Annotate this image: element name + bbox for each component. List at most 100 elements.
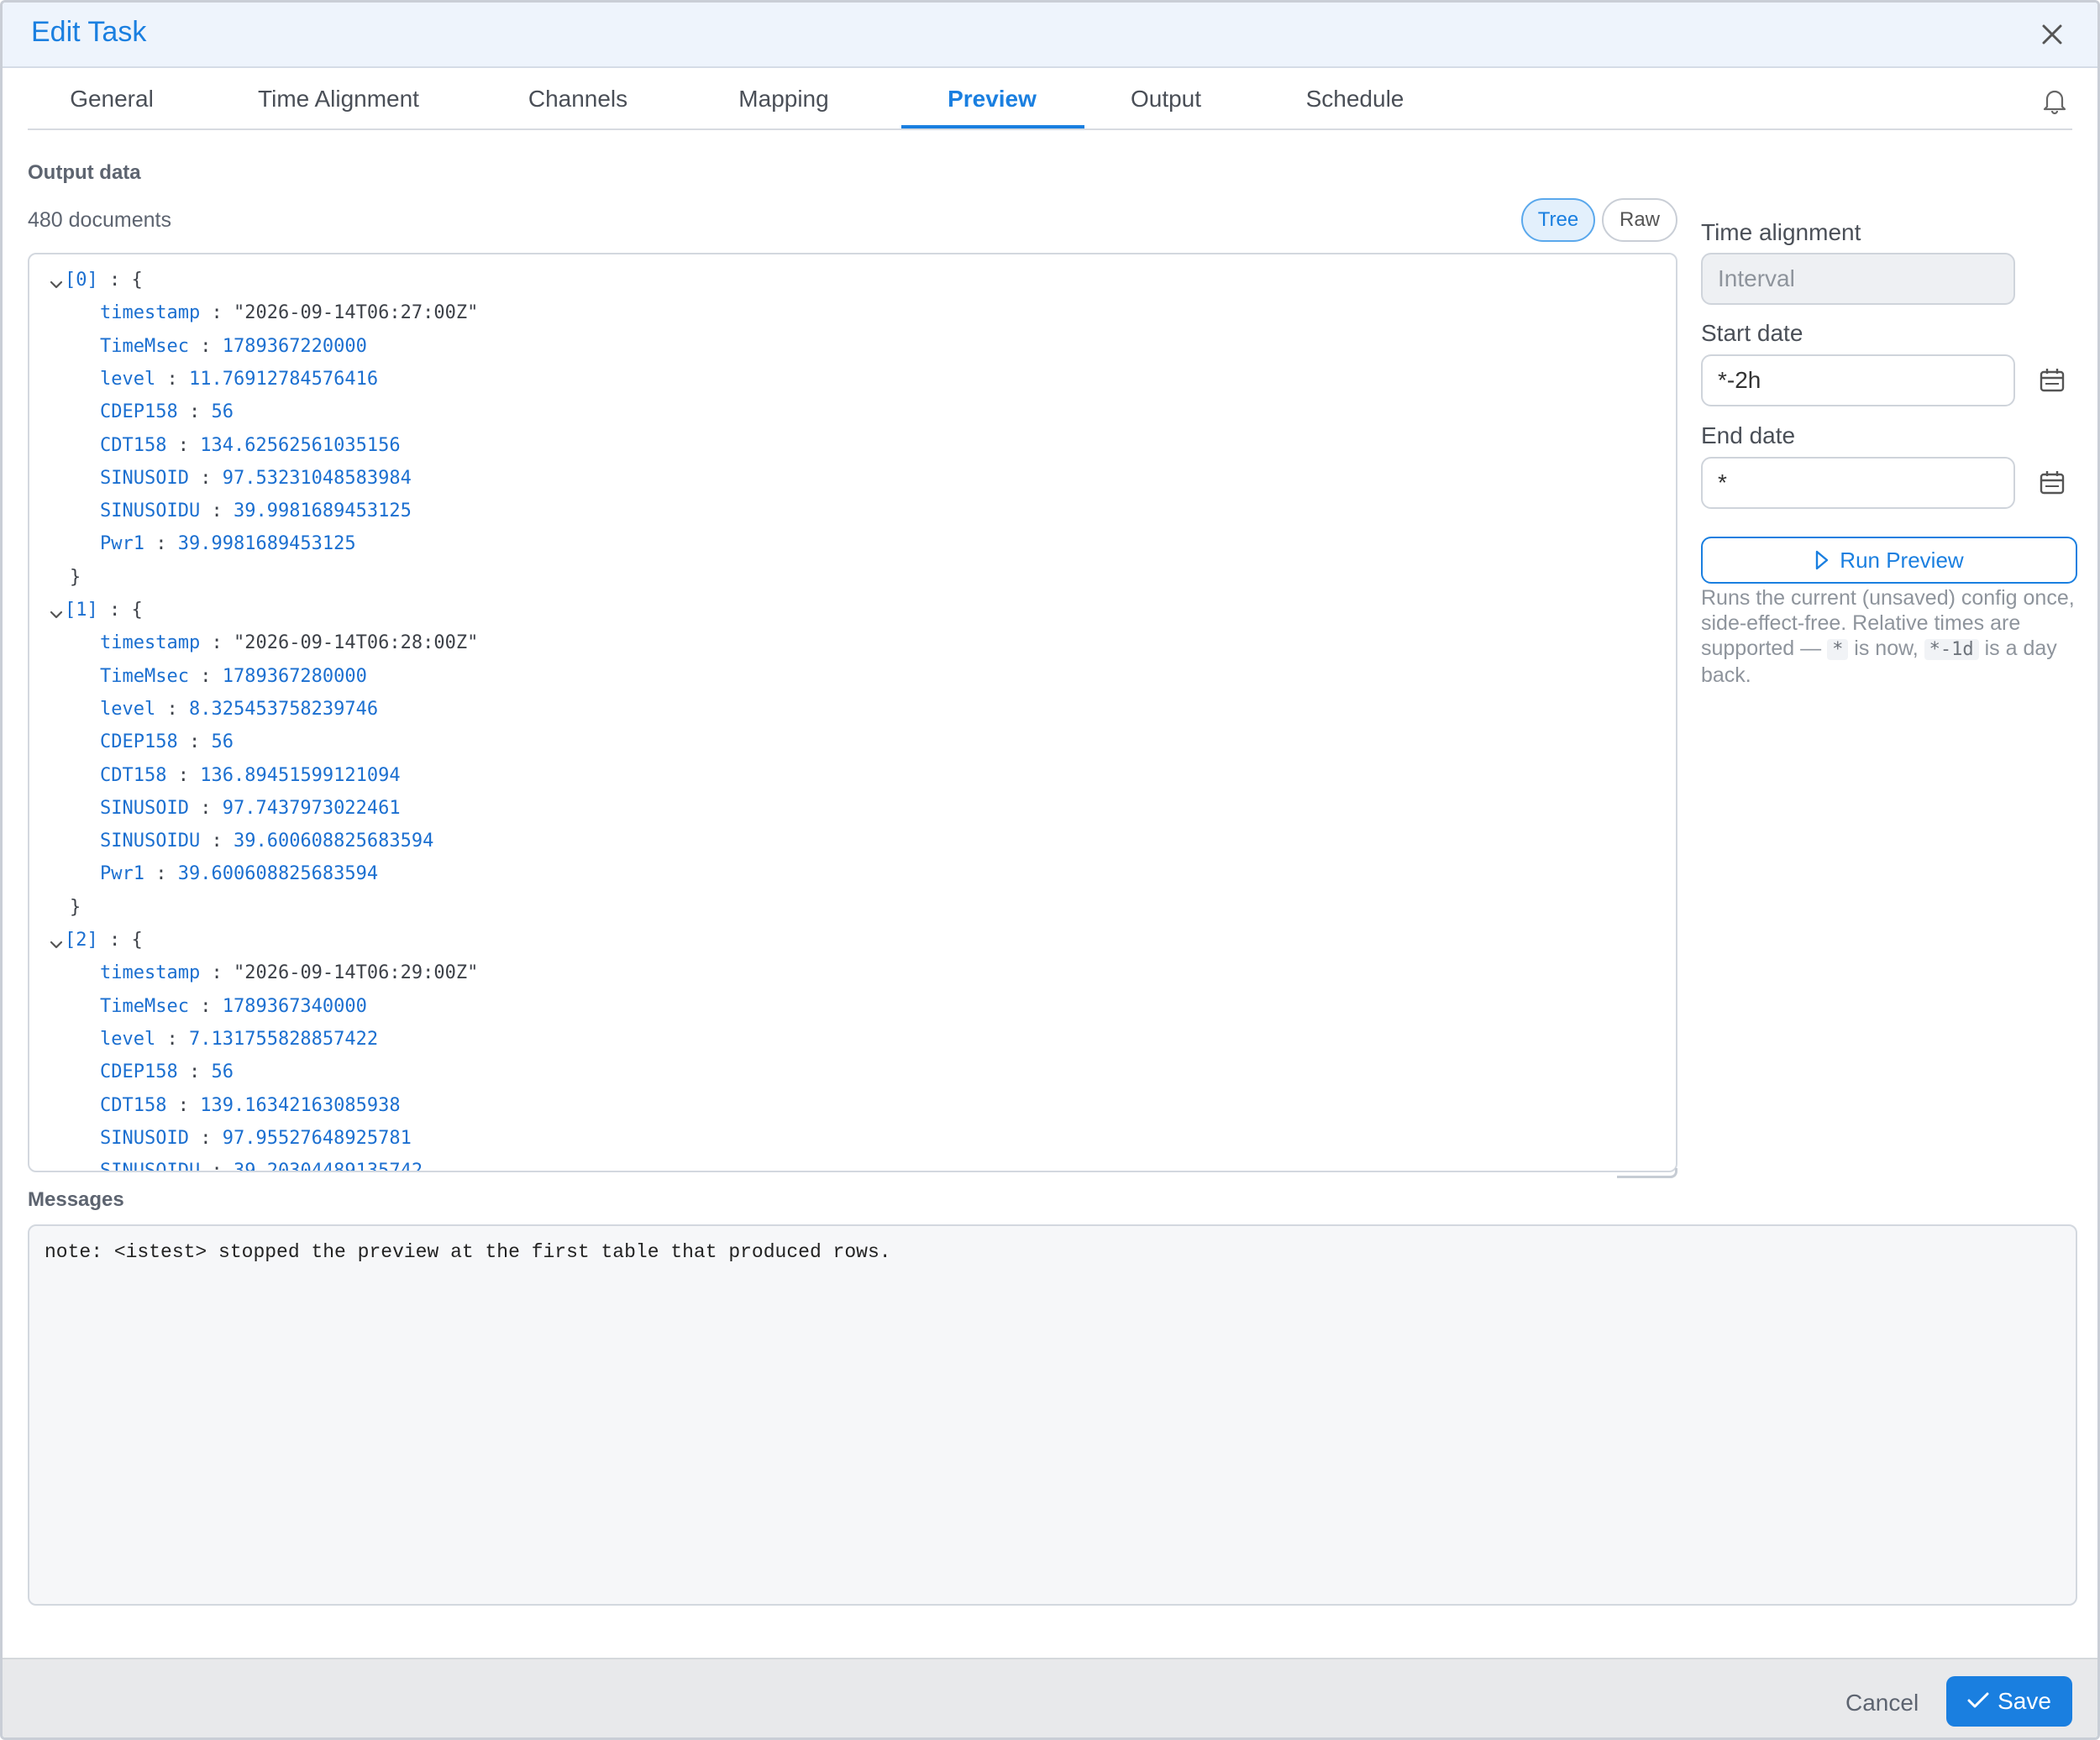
run-preview-label: Run Preview bbox=[1840, 548, 1964, 573]
tree-field-value: 139.16342163085938 bbox=[200, 1094, 401, 1116]
tree-field-key: Pwr1 bbox=[100, 863, 144, 885]
tree-punctuation: : { bbox=[97, 930, 143, 951]
tree-field-value: "2026-09-14T06:29:00Z" bbox=[233, 962, 479, 984]
tree-field-value: 56 bbox=[211, 401, 234, 423]
tree-field-row: CDT158 : 134.62562561035156 bbox=[100, 430, 401, 462]
tree-field-value: 11.76912784576416 bbox=[188, 368, 379, 390]
end-date-calendar-icon[interactable] bbox=[2039, 469, 2066, 496]
tree-field-key: SINUSOIDU bbox=[100, 831, 201, 852]
tree-field-row: CDEP158 : 56 bbox=[100, 1056, 234, 1088]
tree-punctuation: : bbox=[188, 467, 223, 489]
resize-handle[interactable] bbox=[1617, 1168, 1677, 1178]
time-alignment-label: Time alignment bbox=[1701, 219, 1861, 245]
tree-field-row: timestamp : "2026-09-14T06:27:00Z" bbox=[100, 297, 478, 329]
tree-punctuation: : { bbox=[97, 600, 143, 621]
tree-field-value: 7.131755828857422 bbox=[188, 1028, 379, 1050]
chevron-down-icon[interactable] bbox=[48, 932, 65, 949]
tree-punctuation: : bbox=[155, 368, 189, 390]
chevron-down-icon[interactable] bbox=[48, 272, 65, 289]
tree-punctuation: : bbox=[155, 1028, 189, 1050]
tree-field-value: 97.7437973022461 bbox=[222, 797, 401, 819]
tree-field-key: level bbox=[100, 368, 156, 390]
output-data-heading: Output data bbox=[28, 161, 141, 184]
tree-node-header[interactable]: [2] : { bbox=[48, 925, 143, 956]
tree-field-row: TimeMsec : 1789367280000 bbox=[100, 661, 367, 693]
tree-punctuation: : { bbox=[97, 270, 143, 291]
tab-schedule[interactable]: Schedule bbox=[1288, 70, 1422, 130]
tree-field-key: CDT158 bbox=[100, 1094, 167, 1116]
tree-punctuation: : bbox=[166, 764, 201, 786]
play-icon bbox=[1816, 550, 1829, 570]
tree-field-key: TimeMsec bbox=[100, 995, 189, 1017]
tree-punctuation: : bbox=[200, 501, 234, 522]
tree-field-key: SINUSOIDU bbox=[100, 501, 201, 522]
tree-field-key: timestamp bbox=[100, 302, 201, 324]
tree-field-key: Pwr1 bbox=[100, 533, 144, 555]
help-text-part: is now, bbox=[1848, 637, 1924, 660]
dialog-titlebar: Edit Task bbox=[3, 3, 2097, 68]
dialog-footer: Cancel Save bbox=[3, 1658, 2097, 1737]
tree-punctuation: : bbox=[188, 1127, 223, 1149]
messages-heading: Messages bbox=[28, 1188, 124, 1211]
tree-field-value: 56 bbox=[211, 1061, 234, 1083]
run-preview-help-text: Runs the current (unsaved) config once, … bbox=[1701, 585, 2087, 688]
tab-time-alignment[interactable]: Time Alignment bbox=[238, 70, 439, 130]
checkmark-icon bbox=[1967, 1692, 1989, 1708]
tree-field-row: SINUSOID : 97.7437973022461 bbox=[100, 793, 401, 825]
tree-field-row: CDEP158 : 56 bbox=[100, 396, 234, 428]
save-label: Save bbox=[1998, 1688, 2051, 1714]
tree-field-value: 56 bbox=[211, 731, 234, 753]
time-alignment-field: Interval bbox=[1701, 253, 2015, 305]
chevron-down-icon[interactable] bbox=[48, 602, 65, 619]
tree-punctuation: : bbox=[177, 731, 212, 753]
document-count: 480 documents bbox=[28, 208, 171, 232]
tree-punctuation: : bbox=[177, 401, 212, 423]
tree-field-value: 97.95527648925781 bbox=[222, 1127, 412, 1149]
tree-punctuation: : bbox=[200, 302, 234, 324]
tree-node-header[interactable]: [0] : { bbox=[48, 265, 143, 296]
save-button[interactable]: Save bbox=[1946, 1676, 2072, 1727]
tree-field-key: CDT158 bbox=[100, 764, 167, 786]
tree-field-key: SINUSOIDU bbox=[100, 1161, 201, 1172]
tree-punctuation: : bbox=[188, 665, 223, 687]
tab-mapping[interactable]: Mapping bbox=[717, 70, 851, 130]
tree-node-header[interactable]: [1] : { bbox=[48, 595, 143, 626]
tree-field-key: SINUSOID bbox=[100, 797, 189, 819]
tree-field-value: "2026-09-14T06:28:00Z" bbox=[233, 632, 479, 654]
start-date-calendar-icon[interactable] bbox=[2039, 367, 2066, 394]
tab-output[interactable]: Output bbox=[1111, 70, 1221, 130]
bell-icon[interactable] bbox=[2042, 86, 2067, 115]
tree-field-value: "2026-09-14T06:27:00Z" bbox=[233, 302, 479, 324]
tree-punctuation: : bbox=[188, 995, 223, 1017]
close-icon[interactable] bbox=[2039, 21, 2066, 48]
tree-field-row: SINUSOIDU : 39.600608825683594 bbox=[100, 825, 433, 857]
raw-view-toggle[interactable]: Raw bbox=[1602, 198, 1677, 242]
tree-view-toggle[interactable]: Tree bbox=[1521, 198, 1595, 242]
tab-general[interactable]: General bbox=[53, 70, 171, 130]
run-preview-button[interactable]: Run Preview bbox=[1701, 537, 2077, 584]
help-code-day-back: *-1d bbox=[1924, 639, 1979, 660]
tree-punctuation: : bbox=[200, 1161, 234, 1172]
tree-punctuation: : bbox=[155, 698, 189, 720]
tab-channels[interactable]: Channels bbox=[507, 70, 649, 130]
start-date-input[interactable]: *-2h bbox=[1701, 354, 2015, 406]
dialog-title: Edit Task bbox=[31, 16, 147, 48]
tree-field-row: Pwr1 : 39.9981689453125 bbox=[100, 528, 356, 560]
tree-field-value: 97.53231048583984 bbox=[222, 467, 412, 489]
cancel-button[interactable]: Cancel bbox=[1845, 1690, 1919, 1716]
tree-field-key: level bbox=[100, 1028, 156, 1050]
output-tree-view[interactable]: [0] : {timestamp : "2026-09-14T06:27:00Z… bbox=[28, 253, 1677, 1172]
tab-bar: General Time Alignment Channels Mapping … bbox=[28, 70, 2072, 130]
tree-punctuation: : bbox=[144, 863, 178, 885]
tree-field-value: 136.89451599121094 bbox=[200, 764, 401, 786]
tree-field-row: TimeMsec : 1789367220000 bbox=[100, 331, 367, 363]
end-date-input[interactable]: * bbox=[1701, 457, 2015, 509]
tree-field-key: SINUSOID bbox=[100, 467, 189, 489]
tree-field-row: CDT158 : 136.89451599121094 bbox=[100, 760, 401, 792]
tab-preview[interactable]: Preview bbox=[910, 70, 1074, 130]
tree-field-row: level : 8.325453758239746 bbox=[100, 694, 378, 726]
tree-field-row: SINUSOIDU : 39.20304489135742 bbox=[100, 1156, 423, 1172]
tree-field-row: level : 7.131755828857422 bbox=[100, 1024, 378, 1056]
tree-field-key: timestamp bbox=[100, 632, 201, 654]
help-code-now: * bbox=[1827, 639, 1849, 660]
